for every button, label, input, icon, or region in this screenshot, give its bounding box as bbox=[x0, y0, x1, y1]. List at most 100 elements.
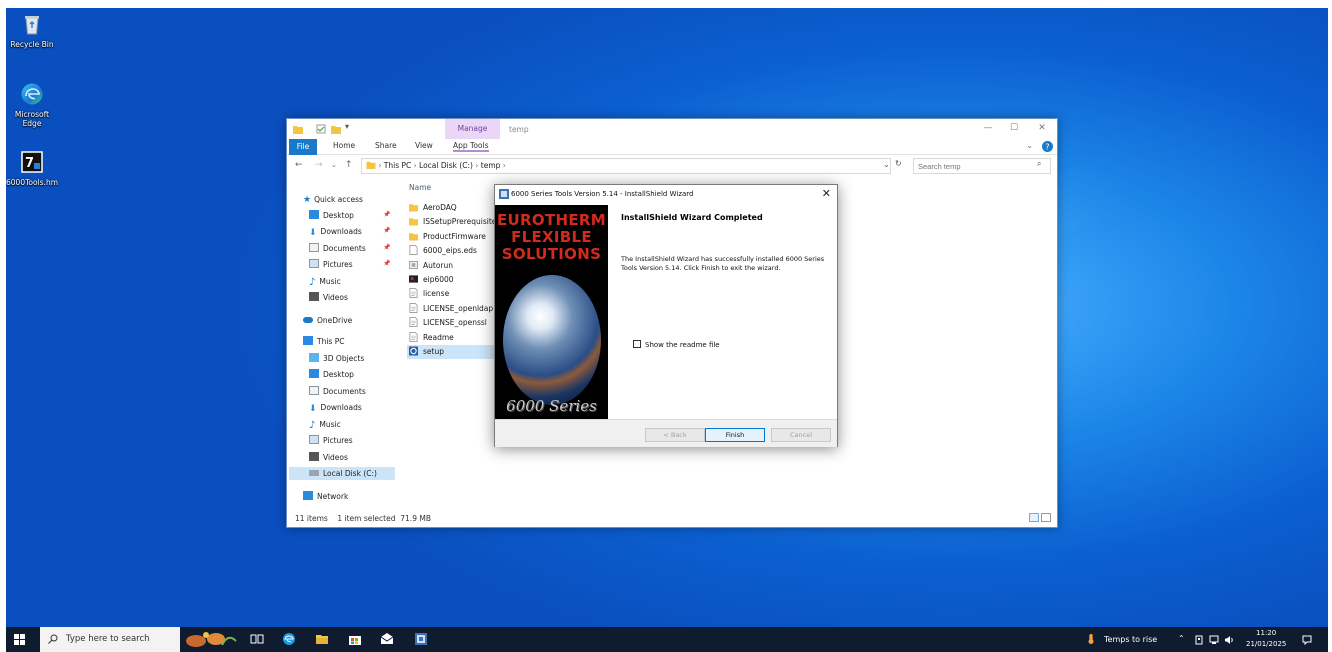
file-explorer-taskbar-icon[interactable] bbox=[315, 632, 329, 646]
item-count: 11 items bbox=[295, 514, 328, 523]
tab-app-tools[interactable]: App Tools bbox=[453, 141, 489, 152]
mail-taskbar-icon[interactable] bbox=[380, 632, 394, 646]
nav-pictures[interactable]: Pictures bbox=[309, 258, 353, 271]
nav-label: Desktop bbox=[323, 370, 354, 379]
list-item[interactable]: ISSetupPrerequisites bbox=[407, 215, 497, 229]
tab-home[interactable]: Home bbox=[333, 141, 355, 150]
installer-taskbar-icon[interactable] bbox=[414, 632, 428, 646]
taskbar-search-box[interactable]: Type here to search bbox=[40, 627, 180, 652]
breadcrumb-this-pc[interactable]: This PC bbox=[384, 161, 411, 170]
documents-icon bbox=[309, 243, 319, 252]
windows-start-icon[interactable] bbox=[14, 634, 25, 645]
nav-videos[interactable]: Videos bbox=[309, 291, 348, 304]
details-view-icon[interactable] bbox=[1029, 513, 1039, 522]
store-taskbar-icon[interactable] bbox=[348, 632, 362, 646]
nav-3d-objects[interactable]: 3D Objects bbox=[309, 352, 364, 365]
address-bar[interactable]: › This PC › Local Disk (C:) › temp › bbox=[361, 158, 891, 174]
nav-pc-downloads[interactable]: ⬇ Downloads bbox=[309, 401, 362, 414]
maximize-button[interactable]: ☐ bbox=[1007, 122, 1021, 134]
download-icon: ⬇ bbox=[309, 404, 317, 414]
tab-file[interactable]: File bbox=[289, 139, 317, 155]
tab-view[interactable]: View bbox=[415, 141, 433, 150]
customize-toolbar-icon[interactable]: ▾ bbox=[345, 122, 355, 132]
list-item[interactable]: 6000_eips.eds bbox=[407, 244, 497, 258]
folder-icon bbox=[409, 233, 418, 241]
weather-text[interactable]: Temps to rise bbox=[1104, 635, 1157, 644]
file-name: LICENSE_openssl bbox=[423, 318, 487, 327]
nav-pc-desktop[interactable]: Desktop bbox=[309, 368, 354, 381]
nav-label: 3D Objects bbox=[323, 354, 365, 363]
checkbox-label: Show the readme file bbox=[645, 341, 720, 349]
nav-pc-music[interactable]: ♪ Music bbox=[309, 418, 341, 431]
nav-onedrive[interactable]: OneDrive bbox=[303, 314, 352, 327]
nav-quick-access[interactable]: ★ Quick access bbox=[303, 193, 363, 206]
nav-documents[interactable]: Documents bbox=[309, 242, 366, 255]
list-item[interactable]: LICENSE_openssl bbox=[407, 316, 497, 330]
back-arrow-icon[interactable]: ← bbox=[295, 160, 303, 170]
large-icons-view-icon[interactable] bbox=[1041, 513, 1051, 522]
desktop-icon-edge[interactable]: Microsoft Edge bbox=[6, 82, 58, 128]
forward-arrow-icon[interactable]: → bbox=[315, 160, 323, 170]
nav-this-pc[interactable]: This PC bbox=[303, 335, 344, 348]
list-item[interactable]: Readme bbox=[407, 331, 497, 345]
desktop-icon-6000tools[interactable]: 7 6000Tools.hm bbox=[6, 150, 58, 187]
nav-music[interactable]: ♪ Music bbox=[309, 275, 341, 288]
nav-pc-documents[interactable]: Documents bbox=[309, 385, 366, 398]
text-file-icon bbox=[409, 288, 418, 298]
address-dropdown-icon[interactable]: ⌄ bbox=[883, 160, 890, 169]
desktop-icon-recycle-bin[interactable]: Recycle Bin bbox=[6, 12, 58, 49]
selected-count: 1 item selected bbox=[337, 514, 396, 523]
pin-icon: 📌 bbox=[383, 227, 391, 234]
thermometer-icon[interactable] bbox=[1086, 634, 1096, 644]
nav-desktop[interactable]: Desktop bbox=[309, 209, 354, 222]
checkbox-box[interactable] bbox=[633, 340, 641, 348]
breadcrumb-local-disk[interactable]: Local Disk (C:) bbox=[419, 161, 473, 170]
list-item[interactable]: eip6000 bbox=[407, 273, 497, 287]
clock-time[interactable]: 11:20 bbox=[1256, 629, 1276, 637]
clock-date[interactable]: 21/01/2025 bbox=[1246, 640, 1286, 648]
help-icon[interactable]: ? bbox=[1042, 141, 1053, 152]
readme-checkbox[interactable]: Show the readme file bbox=[633, 340, 720, 349]
nav-pc-pictures[interactable]: Pictures bbox=[309, 434, 353, 447]
navigation-pane: ★ Quick access Desktop 📌 ⬇ Downloads 📌 Doc… bbox=[287, 177, 395, 511]
close-button[interactable]: ✕ bbox=[1035, 122, 1049, 134]
finish-button[interactable]: Finish bbox=[705, 428, 765, 442]
nav-network[interactable]: Network bbox=[303, 490, 348, 503]
ribbon-tabs: File Home Share View App Tools ⌄ ? bbox=[287, 139, 1057, 155]
dialog-close-button[interactable]: ✕ bbox=[822, 187, 831, 200]
series-label: 6000 Series bbox=[506, 397, 597, 415]
breadcrumb-temp[interactable]: temp bbox=[481, 161, 501, 170]
new-folder-icon[interactable] bbox=[331, 124, 341, 134]
properties-icon[interactable] bbox=[316, 124, 326, 134]
up-arrow-icon[interactable]: ↑ bbox=[345, 160, 353, 170]
refresh-icon[interactable]: ↻ bbox=[895, 159, 902, 168]
list-item-selected[interactable]: setup bbox=[407, 345, 497, 359]
list-item[interactable]: Autorun bbox=[407, 259, 497, 273]
network-tray-icon[interactable] bbox=[1209, 635, 1219, 645]
search-input[interactable] bbox=[913, 158, 1051, 174]
list-item[interactable]: ProductFirmware bbox=[407, 230, 497, 244]
minimize-button[interactable]: — bbox=[981, 122, 995, 134]
show-hidden-icons-icon[interactable]: ⌃ bbox=[1178, 634, 1185, 643]
list-item[interactable]: LICENSE_openldap bbox=[407, 302, 497, 316]
nav-downloads[interactable]: ⬇ Downloads bbox=[309, 225, 362, 238]
nav-local-disk[interactable]: Local Disk (C:) bbox=[289, 467, 395, 480]
volume-icon[interactable] bbox=[1224, 635, 1234, 645]
wizard-message: The InstallShield Wizard has successfull… bbox=[621, 255, 825, 272]
expand-ribbon-icon[interactable]: ⌄ bbox=[1026, 141, 1033, 150]
list-item[interactable]: AeroDAQ bbox=[407, 201, 497, 215]
notifications-icon[interactable] bbox=[1302, 635, 1312, 645]
usb-device-icon[interactable] bbox=[1194, 635, 1204, 645]
back-button[interactable]: < Back bbox=[645, 428, 705, 442]
cancel-button[interactable]: Cancel bbox=[771, 428, 831, 442]
edge-taskbar-icon[interactable] bbox=[282, 632, 296, 646]
nav-pc-videos[interactable]: Videos bbox=[309, 451, 348, 464]
search-highlight-art-icon[interactable] bbox=[182, 629, 238, 650]
star-icon: ★ bbox=[303, 195, 312, 205]
tab-manage[interactable]: Manage bbox=[445, 119, 500, 139]
recent-locations-icon[interactable]: ⌄ bbox=[331, 161, 337, 169]
list-item[interactable]: license bbox=[407, 287, 497, 301]
tab-share[interactable]: Share bbox=[375, 141, 397, 150]
task-view-icon[interactable] bbox=[250, 632, 264, 646]
column-header-name[interactable]: Name bbox=[409, 183, 431, 192]
